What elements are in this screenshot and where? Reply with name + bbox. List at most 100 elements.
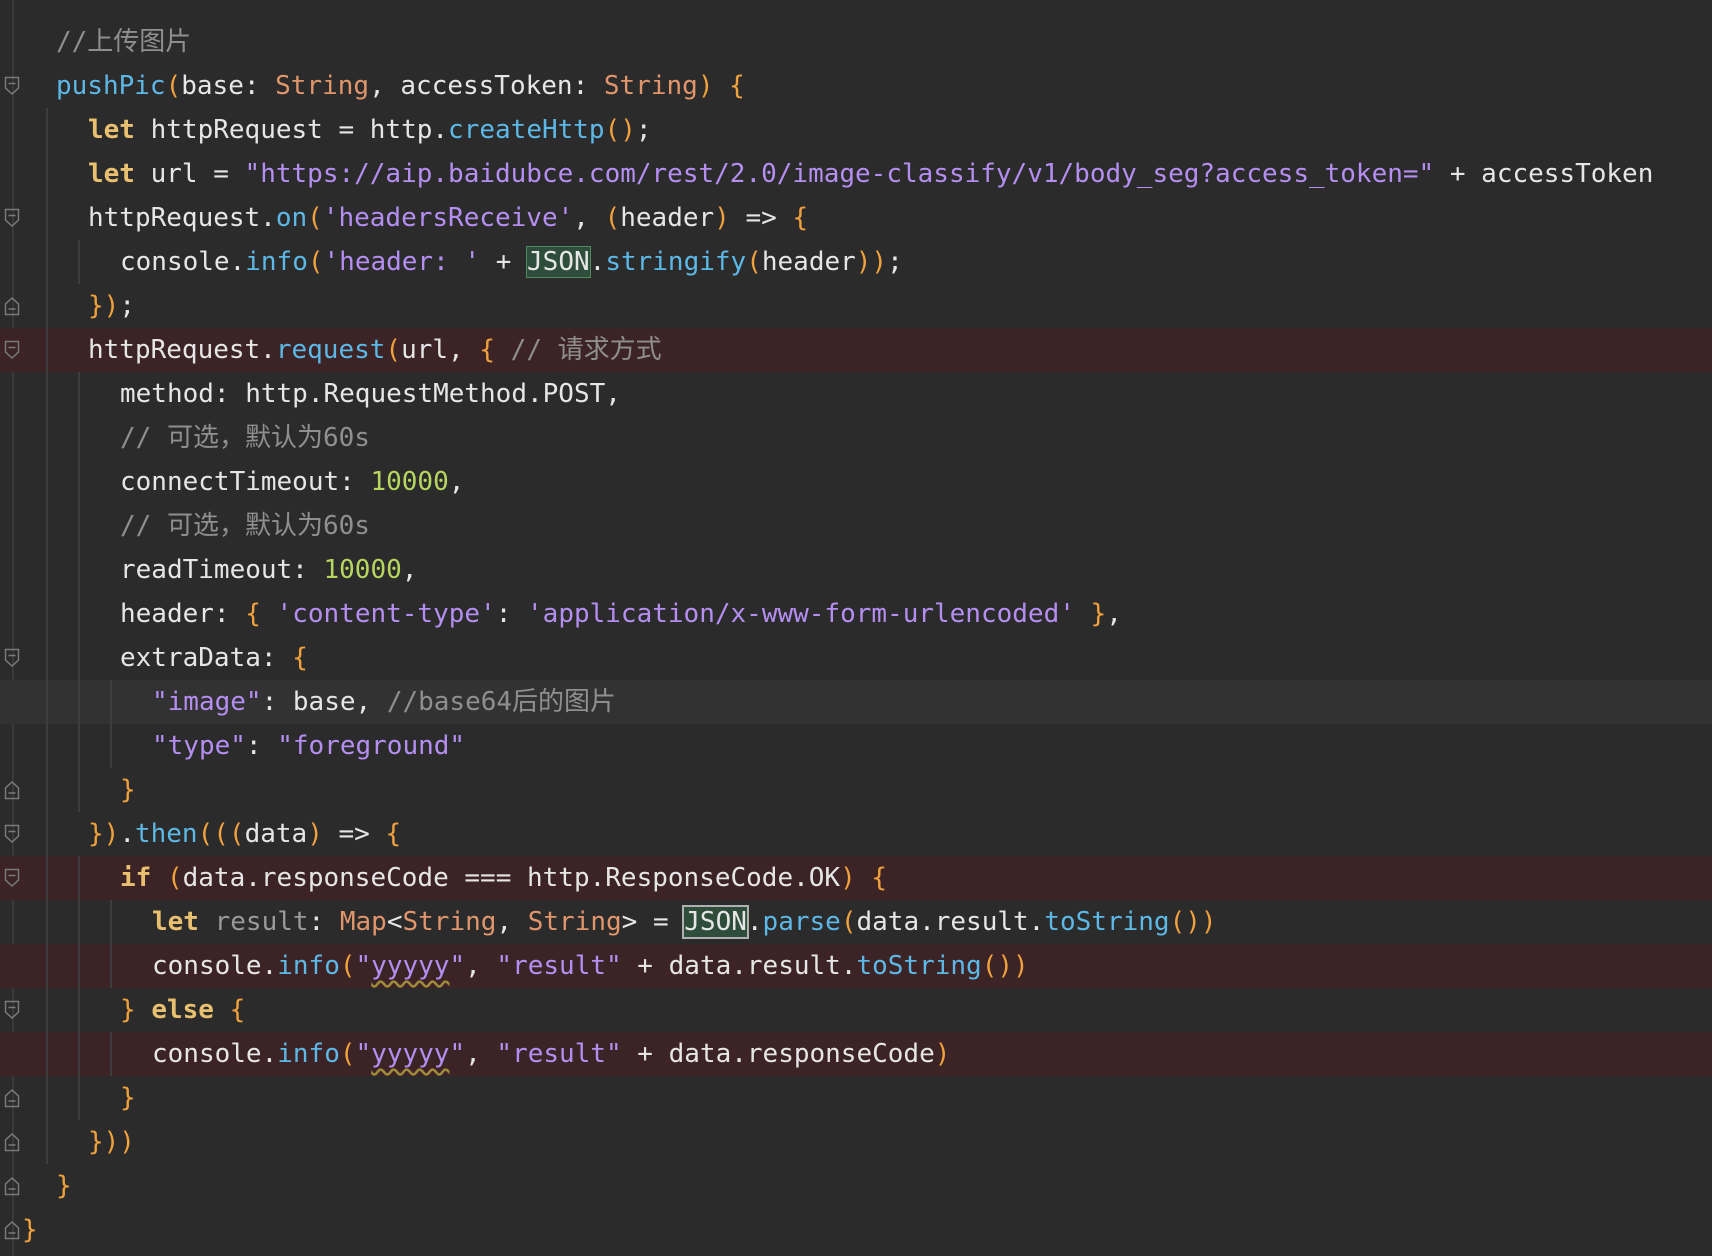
code-line-text[interactable]: console.info("yyyyy", "result" + data.re… — [152, 1032, 950, 1076]
code-line[interactable]: } else { — [0, 988, 1712, 1032]
code-line[interactable]: } — [0, 768, 1712, 812]
code-token: info — [277, 951, 340, 981]
code-line[interactable]: connectTimeout: 10000, — [0, 460, 1712, 504]
code-line[interactable]: }).then(((data) => { — [0, 812, 1712, 856]
code-token: , — [465, 951, 497, 981]
code-token: "result" — [496, 951, 622, 981]
code-token: , — [465, 1039, 497, 1069]
code-line[interactable]: let httpRequest = http.createHttp(); — [0, 108, 1712, 152]
code-line-text[interactable]: httpRequest.on('headersReceive', (header… — [88, 196, 808, 240]
code-line-text[interactable]: connectTimeout: 10000, — [120, 460, 464, 504]
indent-guide — [78, 856, 80, 900]
code-line-text[interactable]: // 可选，默认为60s — [120, 504, 370, 548]
code-line[interactable]: } — [0, 1208, 1712, 1252]
fold-collapse-icon[interactable] — [4, 340, 20, 360]
fold-end-icon[interactable] — [4, 1132, 20, 1152]
code-line[interactable]: httpRequest.on('headersReceive', (header… — [0, 196, 1712, 240]
code-line-text[interactable]: let httpRequest = http.createHttp(); — [88, 108, 652, 152]
code-line[interactable]: //上传图片 — [0, 20, 1712, 64]
code-line[interactable]: httpRequest.request(url, { // 请求方式 — [0, 328, 1712, 372]
code-token: "foreground" — [277, 731, 466, 761]
code-line[interactable]: }); — [0, 284, 1712, 328]
code-line-text[interactable]: console.info("yyyyy", "result" + data.re… — [152, 944, 1029, 988]
code-line[interactable]: })) — [0, 1120, 1712, 1164]
code-line-text[interactable]: if (data.responseCode === http.ResponseC… — [120, 856, 887, 900]
code-line-text[interactable]: pushPic(base: String, accessToken: Strin… — [56, 64, 745, 108]
code-line-text[interactable]: // 可选，默认为60s — [120, 416, 370, 460]
code-line[interactable]: let url = "https://aip.baidubce.com/rest… — [0, 152, 1712, 196]
code-line[interactable]: "type": "foreground" — [0, 724, 1712, 768]
code-line-text[interactable]: let result: Map<String, String> = JSON.p… — [152, 900, 1217, 944]
fold-collapse-icon[interactable] — [4, 208, 20, 228]
fold-collapse-icon[interactable] — [4, 76, 20, 96]
code-token: info — [277, 1039, 340, 1069]
fold-end-icon[interactable] — [4, 1220, 20, 1240]
code-token: String — [527, 907, 622, 937]
code-line[interactable]: } — [0, 1164, 1712, 1208]
code-line-text[interactable]: console.info('header: ' + JSON.stringify… — [120, 240, 903, 284]
code-line-text[interactable]: "type": "foreground" — [152, 724, 465, 768]
code-token: { — [292, 643, 308, 673]
code-line-text[interactable]: }).then(((data) => { — [88, 812, 401, 856]
indent-guide — [78, 944, 80, 988]
code-line[interactable]: // 可选，默认为60s — [0, 416, 1712, 460]
code-line[interactable]: // 可选，默认为60s — [0, 504, 1712, 548]
code-line-text[interactable]: } — [22, 1208, 38, 1252]
indent-guide — [78, 1032, 80, 1076]
code-token: ( — [385, 335, 402, 365]
indent-guide — [46, 372, 48, 416]
code-line-text[interactable]: "image": base, //base64后的图片 — [152, 680, 616, 724]
code-line[interactable]: pushPic(base: String, accessToken: Strin… — [0, 64, 1712, 108]
code-line[interactable]: console.info("yyyyy", "result" + data.re… — [0, 944, 1712, 988]
code-token: stringify — [605, 247, 747, 277]
code-line[interactable]: "image": base, //base64后的图片 — [0, 680, 1712, 724]
code-line[interactable]: method: http.RequestMethod.POST, — [0, 372, 1712, 416]
fold-end-icon[interactable] — [4, 1088, 20, 1108]
code-line-text[interactable]: extraData: { — [120, 636, 308, 680]
fold-collapse-icon[interactable] — [4, 824, 20, 844]
fold-end-icon[interactable] — [4, 296, 20, 316]
indent-guide — [46, 636, 48, 680]
code-token: url, — [401, 335, 480, 365]
code-line[interactable]: } — [0, 1076, 1712, 1120]
code-line-text[interactable]: method: http.RequestMethod.POST, — [120, 372, 621, 416]
code-line-text[interactable]: } — [56, 1164, 72, 1208]
indent-guide — [78, 240, 80, 284]
code-line[interactable]: readTimeout: 10000, — [0, 548, 1712, 592]
fold-collapse-icon[interactable] — [4, 648, 20, 668]
code-lines[interactable]: //上传图片 pushPic(base: String, accessToken:… — [0, 20, 1712, 1252]
fold-end-icon[interactable] — [4, 780, 20, 800]
code-line-text[interactable]: } — [120, 768, 136, 812]
indent-guide — [110, 1032, 112, 1076]
code-token: + data.responseCode — [621, 1039, 935, 1069]
code-line-text[interactable]: }); — [88, 284, 135, 328]
code-line-text[interactable]: } — [120, 1076, 136, 1120]
code-token: Map — [339, 907, 387, 937]
fold-end-icon[interactable] — [4, 1176, 20, 1196]
code-line[interactable]: extraData: { — [0, 636, 1712, 680]
code-editor[interactable]: //上传图片 pushPic(base: String, accessToken:… — [0, 0, 1712, 1256]
code-line-text[interactable]: httpRequest.request(url, { // 请求方式 — [88, 328, 662, 372]
code-line-text[interactable]: })) — [88, 1120, 135, 1164]
code-line-text[interactable]: //上传图片 — [56, 20, 191, 64]
code-line[interactable]: let result: Map<String, String> = JSON.p… — [0, 900, 1712, 944]
code-token: 'headersReceive' — [322, 203, 574, 233]
code-line[interactable]: header: { 'content-type': 'application/x… — [0, 592, 1712, 636]
code-line-text[interactable]: let url = "https://aip.baidubce.com/rest… — [88, 152, 1653, 196]
code-token: String — [603, 71, 698, 101]
code-token: //base64后的图片 — [386, 687, 617, 717]
code-line-text[interactable]: header: { 'content-type': 'application/x… — [120, 592, 1122, 636]
code-line-text[interactable]: } else { — [120, 988, 245, 1032]
code-token: else — [151, 995, 230, 1025]
fold-collapse-icon[interactable] — [4, 868, 20, 888]
code-line[interactable]: if (data.responseCode === http.ResponseC… — [0, 856, 1712, 900]
code-line-text[interactable]: readTimeout: 10000, — [120, 548, 417, 592]
code-token: { — [792, 203, 809, 233]
code-token: JSON — [682, 905, 749, 939]
code-line[interactable]: console.info("yyyyy", "result" + data.re… — [0, 1032, 1712, 1076]
code-token: ()) — [1169, 907, 1217, 937]
fold-collapse-icon[interactable] — [4, 1000, 20, 1020]
code-line[interactable]: console.info('header: ' + JSON.stringify… — [0, 240, 1712, 284]
